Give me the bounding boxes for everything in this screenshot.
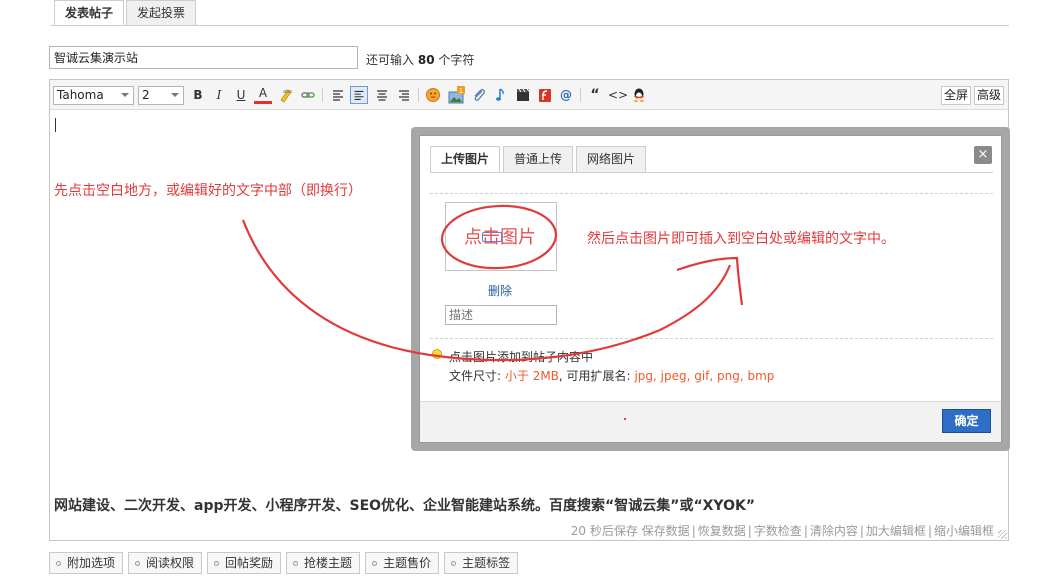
align-center-icon[interactable] xyxy=(373,86,391,104)
post-options-bar: 附加选项 阅读权限 回帖奖励 抢楼主题 主题售价 主题标签 xyxy=(49,552,523,574)
option-thread-tags[interactable]: 主题标签 xyxy=(444,552,519,574)
dialog-tabs: 上传图片 普通上传 网络图片 xyxy=(430,146,649,173)
editor-status-bar: 20 秒后保存 保存数据 | 恢复数据 | 字数检查 | 清除内容 | 加大编辑框 | 缩小编辑框 xyxy=(570,524,994,538)
annotation-step-2: 然后点击图片即可插入到空白处或编辑的文字中。 xyxy=(587,231,895,247)
svg-text:abc: abc xyxy=(283,89,292,95)
option-reply-reward[interactable]: 回帖奖励 xyxy=(207,552,282,574)
bullet-icon xyxy=(293,560,299,566)
post-type-tabs: 发表帖子 发起投票 xyxy=(54,0,198,26)
text-caret xyxy=(55,118,56,132)
word-count-link[interactable]: 字数检查 xyxy=(754,524,802,538)
svg-text:1: 1 xyxy=(459,87,463,95)
align-left-icon[interactable] xyxy=(329,86,347,104)
tabs-divider xyxy=(50,25,1009,26)
chevron-down-icon xyxy=(171,93,179,97)
video-icon[interactable] xyxy=(514,86,532,104)
enlarge-editor-link[interactable]: 加大编辑框 xyxy=(866,524,926,538)
toolbar-separator xyxy=(322,88,323,102)
align-right-icon[interactable] xyxy=(395,86,413,104)
smiley-icon[interactable] xyxy=(424,86,442,104)
resize-grip[interactable] xyxy=(998,530,1007,539)
image-upload-dialog: 上传图片 普通上传 网络图片 × 点击图片 删除 点击图片添加到帖子内容中 文件… xyxy=(419,135,1002,443)
fullscreen-button[interactable]: 全屏 xyxy=(941,86,972,105)
code-button[interactable]: <> xyxy=(608,86,628,104)
advanced-button[interactable]: 高级 xyxy=(974,86,1005,105)
uploaded-image-thumbnail[interactable]: 点击图片 xyxy=(445,202,557,271)
bullet-icon xyxy=(56,560,61,566)
tab-post-thread[interactable]: 发表帖子 xyxy=(54,0,125,26)
font-family-select[interactable]: Tahoma xyxy=(53,86,134,105)
annotation-dot xyxy=(624,418,626,420)
restore-data-link[interactable]: 恢复数据 xyxy=(698,524,746,538)
underline-button[interactable]: U xyxy=(232,86,250,104)
quote-button[interactable]: “ xyxy=(586,86,604,104)
chevron-down-icon xyxy=(121,93,129,97)
char-count-hint: 还可输入 80 个字符 xyxy=(366,53,475,67)
confirm-button[interactable]: 确定 xyxy=(942,409,991,433)
shrink-editor-link[interactable]: 缩小编辑框 xyxy=(934,524,994,538)
remaining-count: 80 xyxy=(417,53,435,67)
bold-button[interactable]: B xyxy=(189,86,207,104)
align-justify-icon[interactable] xyxy=(350,86,368,104)
allowed-extensions: jpg, jpeg, gif, png, bmp xyxy=(634,369,775,383)
font-color-button[interactable]: A xyxy=(254,86,272,104)
qq-icon[interactable] xyxy=(630,86,648,104)
background-color-icon[interactable]: abc xyxy=(277,86,295,104)
tab-web-image[interactable]: 网络图片 xyxy=(576,146,647,173)
link-icon[interactable] xyxy=(299,86,317,104)
insert-tip: 点击图片添加到帖子内容中 xyxy=(449,350,594,364)
dashed-divider xyxy=(430,338,993,339)
attachment-icon[interactable] xyxy=(470,86,488,104)
bullet-icon xyxy=(135,560,141,566)
flash-icon[interactable] xyxy=(536,86,554,104)
tab-upload-image[interactable]: 上传图片 xyxy=(430,146,501,173)
option-read-permission[interactable]: 阅读权限 xyxy=(128,552,203,574)
file-limits: 文件尺寸: 小于 2MB, 可用扩展名: jpg, jpeg, gif, png… xyxy=(449,369,775,383)
clear-content-link[interactable]: 清除内容 xyxy=(810,524,858,538)
italic-button[interactable]: I xyxy=(210,86,228,104)
image-description-input[interactable] xyxy=(445,305,557,325)
tab-normal-upload[interactable]: 普通上传 xyxy=(503,146,574,173)
toolbar-separator xyxy=(418,88,419,102)
annotation-step-1: 先点击空白地方，或编辑好的文字中部（即换行） xyxy=(54,183,362,199)
option-thread-price[interactable]: 主题售价 xyxy=(365,552,440,574)
subject-input[interactable] xyxy=(49,46,358,69)
toolbar-separator xyxy=(580,88,581,102)
dialog-tabs-divider xyxy=(430,172,993,173)
music-icon[interactable] xyxy=(492,86,510,104)
at-mention-icon[interactable]: @ xyxy=(557,86,575,104)
font-size-select[interactable]: 2 xyxy=(138,86,184,105)
max-file-size: 小于 2MB xyxy=(504,369,559,383)
dashed-divider xyxy=(430,193,993,194)
option-extra[interactable]: 附加选项 xyxy=(49,552,124,574)
delete-image-link[interactable]: 删除 xyxy=(488,282,512,299)
autosave-status[interactable]: 20 秒后保存 保存数据 xyxy=(571,524,690,538)
option-floor-rush[interactable]: 抢楼主题 xyxy=(286,552,361,574)
close-icon[interactable]: × xyxy=(974,146,992,164)
bullet-icon xyxy=(372,560,378,566)
editor-toolbar: Tahoma 2 B I U A abc 1 @ “ <> 全屏 高级 xyxy=(50,80,1008,110)
tab-start-poll[interactable]: 发起投票 xyxy=(126,0,197,26)
editor-content-text: 网站建设、二次开发、app开发、小程序开发、SEO优化、企业智能建站系统。百度搜… xyxy=(54,498,756,514)
dialog-footer: 确定 xyxy=(420,401,1001,442)
bullet-icon xyxy=(451,560,457,566)
bullet-icon xyxy=(214,560,220,566)
lightbulb-icon xyxy=(432,349,442,359)
cursor-mark-icon xyxy=(482,232,502,242)
image-upload-icon[interactable]: 1 xyxy=(447,86,465,104)
